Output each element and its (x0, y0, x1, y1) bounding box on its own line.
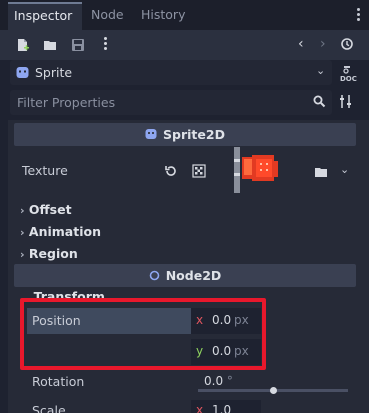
checker-icon[interactable] (192, 164, 206, 182)
scale-x-value: 1.0 (212, 403, 232, 413)
rotation-slider-handle[interactable] (269, 387, 277, 394)
chevron-right-icon[interactable]: › (320, 36, 326, 52)
group-animation-label: Animation (28, 224, 101, 239)
new-resource-icon[interactable] (16, 38, 32, 52)
rotation-unit: ° (226, 374, 233, 388)
doc-label: DOC (340, 75, 357, 83)
sprite2d-title: Sprite2D (163, 127, 225, 142)
sprite2d-section-header: Sprite2D (14, 123, 356, 146)
texture-label: Texture (22, 163, 68, 178)
group-offset-label: Offset (28, 202, 72, 217)
scale-label: Scale (32, 403, 66, 413)
chevron-right-icon: › (20, 204, 25, 217)
revert-icon[interactable] (164, 164, 178, 182)
scale-axis-x-label: x (196, 403, 204, 413)
more-vertical-icon[interactable] (104, 37, 108, 50)
node2d-section-header: Node2D (14, 264, 356, 287)
group-region-label: Region (28, 246, 78, 261)
rotation-label: Rotation (32, 374, 85, 389)
chevron-down-icon[interactable]: ⌄ (340, 163, 349, 176)
doc-icon[interactable]: DOC (340, 63, 357, 83)
highlight-box (20, 298, 266, 370)
open-folder-icon[interactable] (43, 38, 59, 52)
object-name: Sprite (35, 65, 73, 80)
sprite-icon (16, 66, 29, 83)
tab-inspector[interactable]: Inspector (8, 2, 82, 30)
chevron-right-icon: › (20, 248, 25, 261)
tab-node[interactable]: Node (91, 2, 124, 30)
rotation-number: 0.0 (204, 374, 224, 388)
folder-icon[interactable] (314, 166, 328, 182)
group-region[interactable]: › Region (20, 246, 78, 261)
node2d-title: Node2D (165, 268, 222, 283)
group-offset[interactable]: › Offset (20, 202, 72, 217)
group-animation[interactable]: › Animation (20, 224, 101, 239)
tab-history[interactable]: History (141, 2, 185, 30)
search-icon[interactable] (313, 95, 326, 112)
rotation-value[interactable]: 0.0 ° (204, 374, 233, 388)
save-icon[interactable] (71, 38, 87, 52)
history-icon[interactable] (340, 37, 354, 55)
tab-menu-icon[interactable] (357, 8, 361, 23)
chevron-left-icon[interactable]: ‹ (298, 36, 304, 52)
chevron-right-icon: › (20, 226, 25, 239)
sprite-icon (145, 124, 157, 147)
filter-placeholder: Filter Properties (17, 95, 116, 110)
chevron-down-icon[interactable]: ⌄ (316, 64, 325, 77)
node2d-icon (149, 265, 160, 288)
filter-options-icon[interactable] (339, 94, 353, 113)
texture-preview[interactable] (230, 145, 290, 193)
